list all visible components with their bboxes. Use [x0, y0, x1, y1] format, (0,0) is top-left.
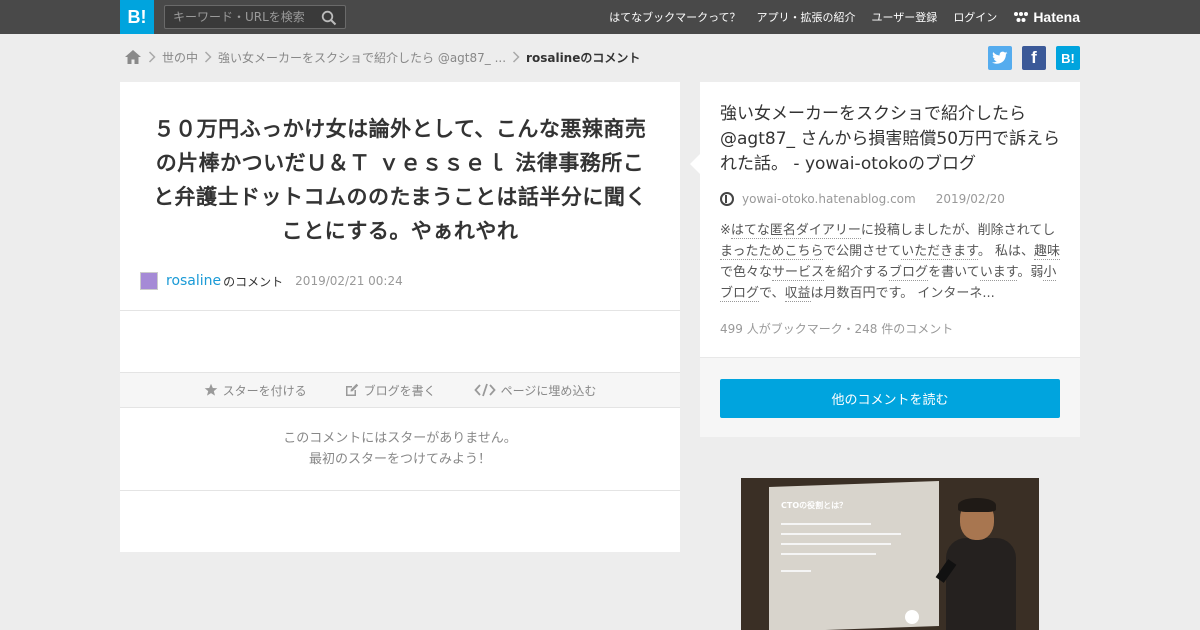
- code-icon: [473, 383, 496, 397]
- no-stars-line2: 最初のスターをつけてみよう！: [308, 452, 491, 467]
- card-pointer: [690, 154, 700, 174]
- excerpt-keyword-link[interactable]: 趣味: [1033, 244, 1060, 260]
- slide-text-line: [781, 570, 811, 572]
- entry-bookmark-count[interactable]: 499 人がブックマーク・248 件のコメント: [720, 320, 953, 337]
- facebook-share-button[interactable]: f: [1022, 46, 1046, 70]
- comment-body: ５０万円ふっかけ女は論外として、こんな悪辣商売の片棒かついだＵ＆Ｔ ｖｅｓｓｅｌ…: [153, 117, 647, 243]
- divider: [120, 310, 680, 311]
- excerpt-keyword-link[interactable]: ブログ: [889, 265, 929, 281]
- excerpt-keyword-link[interactable]: ブログ: [720, 286, 760, 302]
- excerpt-keyword-link[interactable]: こちら: [784, 244, 824, 260]
- excerpt-text: で公開させて: [823, 244, 902, 259]
- excerpt-text: に投稿しましたが、削除されてし: [860, 223, 1056, 238]
- nav-register[interactable]: ユーザー登録: [872, 9, 938, 25]
- divider: [120, 490, 680, 491]
- speaker-body: [946, 538, 1016, 630]
- no-stars-line1: このコメントにはスターがありません。: [283, 431, 517, 446]
- search-box: [164, 5, 346, 29]
- header-nav: はてなブックマークって？ アプリ・拡張の紹介 ユーザー登録 ログイン Haten…: [609, 0, 1080, 34]
- no-stars-message: このコメントにはスターがありません。 最初のスターをつけてみよう！: [120, 428, 680, 470]
- chevron-right-icon: [142, 51, 162, 63]
- breadcrumb-current: rosalineのコメント: [526, 50, 641, 65]
- twitter-bird-icon: [992, 51, 1008, 64]
- nav-login[interactable]: ログイン: [953, 9, 997, 25]
- comment-card: ５０万円ふっかけ女は論外として、こんな悪辣商売の片棒かついだＵ＆Ｔ ｖｅｓｓｅｌ…: [120, 82, 680, 552]
- entry-excerpt: ※はてな匿名ダイアリーに投稿しましたが、削除されてしまったためこちらで公開させて…: [720, 220, 1060, 304]
- chevron-right-icon: [506, 51, 526, 63]
- facebook-f-icon: f: [1031, 48, 1037, 67]
- comment-meta: rosaline のコメント 2019/02/21 00:24: [140, 272, 403, 290]
- excerpt-text: は月数百円です。 インターネ...: [810, 286, 995, 301]
- embed-label: ページに埋め込む: [500, 383, 597, 398]
- embed-button[interactable]: ページに埋め込む: [473, 382, 597, 399]
- slide-text-line: [781, 543, 891, 545]
- add-star-button[interactable]: スターを付ける: [204, 382, 307, 399]
- excerpt-text: 。弱: [1017, 265, 1044, 280]
- entry-date: 2019/02/20: [935, 192, 1005, 206]
- excerpt-keyword-link[interactable]: 収益: [784, 286, 811, 302]
- speaker-hair: [958, 498, 996, 512]
- share-buttons: f B!: [988, 46, 1080, 70]
- add-star-label: スターを付ける: [222, 383, 307, 398]
- comment-action-bar: スターを付ける ブログを書く ページに埋め込む: [120, 372, 680, 408]
- home-icon[interactable]: [124, 49, 142, 65]
- nav-apps[interactable]: アプリ・拡張の紹介: [757, 9, 856, 25]
- excerpt-text: で、: [759, 286, 785, 301]
- write-blog-button[interactable]: ブログを書く: [345, 382, 436, 399]
- slide-title: CTOの役割とは？: [781, 501, 848, 510]
- hatena-brand-label: Hatena: [1033, 9, 1080, 25]
- breadcrumb-entry[interactable]: 強い女メーカーをスクショで紹介したら @agt87_ ...: [218, 49, 506, 66]
- slide-text-line: [781, 523, 871, 525]
- slide-text-line: [781, 533, 901, 535]
- search-input[interactable]: [165, 6, 315, 28]
- excerpt-text: を紹介する: [824, 265, 890, 280]
- excerpt-keyword-link[interactable]: はてな匿名ダイアリー: [730, 223, 861, 239]
- write-blog-label: ブログを書く: [363, 383, 436, 398]
- excerpt-keyword-link[interactable]: まったため: [720, 244, 785, 260]
- entry-thumbnail-image[interactable]: CTOの役割とは？: [741, 478, 1039, 630]
- breadcrumb-category[interactable]: 世の中: [162, 49, 198, 66]
- comment-user-suffix: のコメント: [223, 274, 284, 289]
- hatena-dots-icon: [1014, 12, 1029, 22]
- nav-about[interactable]: はてなブックマークって？: [609, 9, 740, 25]
- hatena-bookmark-logo[interactable]: B!: [120, 0, 154, 34]
- excerpt-keyword-link[interactable]: サービス: [772, 265, 825, 281]
- excerpt-keyword-link[interactable]: います: [979, 265, 1018, 281]
- search-icon[interactable]: [321, 10, 337, 26]
- entry-title-link[interactable]: 強い女メーカーをスクショで紹介したら@agt87_ さんから損害賠償50万円で訴…: [720, 102, 1065, 177]
- chevron-right-icon: [198, 51, 218, 63]
- comment-user-link[interactable]: rosaline: [166, 273, 221, 289]
- avatar[interactable]: [140, 272, 158, 290]
- entry-footer: 他のコメントを読む: [700, 357, 1080, 437]
- entry-card: 強い女メーカーをスクショで紹介したら@agt87_ さんから損害賠償50万円で訴…: [690, 82, 1080, 437]
- light-spot: [905, 610, 919, 624]
- edit-icon: [345, 383, 358, 396]
- read-other-comments-button[interactable]: 他のコメントを読む: [720, 379, 1060, 418]
- hatena-brand-link[interactable]: Hatena: [1013, 9, 1080, 25]
- hatena-bookmark-share-button[interactable]: B!: [1056, 46, 1080, 70]
- excerpt-text: で色々な: [720, 265, 773, 280]
- entry-meta: yowai-otoko.hatenablog.com 2019/02/20: [720, 192, 1005, 206]
- star-icon: [204, 383, 217, 396]
- excerpt-text: を書いて: [928, 265, 980, 280]
- excerpt-keyword-link[interactable]: 小: [1043, 265, 1057, 281]
- slide-text-line: [781, 553, 876, 555]
- excerpt-text: ※: [720, 223, 731, 238]
- comment-date[interactable]: 2019/02/21 00:24: [295, 274, 403, 288]
- breadcrumb: 世の中 強い女メーカーをスクショで紹介したら @agt87_ ... rosal…: [124, 46, 640, 68]
- global-header: B! はてなブックマークって？ アプリ・拡張の紹介 ユーザー登録 ログイン Ha…: [0, 0, 1200, 34]
- excerpt-keyword-link[interactable]: いただきます: [901, 244, 978, 260]
- excerpt-text: 。 私は、: [977, 244, 1034, 259]
- entry-domain[interactable]: yowai-otoko.hatenablog.com: [742, 192, 916, 206]
- twitter-share-button[interactable]: [988, 46, 1012, 70]
- site-favicon-icon: [720, 192, 734, 206]
